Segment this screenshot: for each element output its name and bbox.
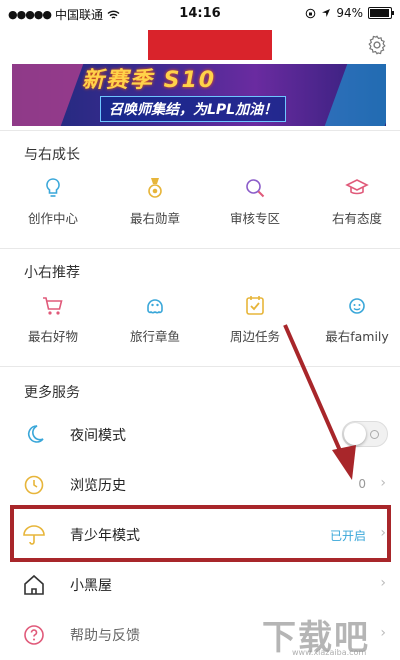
rotation-lock-icon <box>306 8 316 18</box>
grid-item-label: 最右family <box>325 329 389 344</box>
divider <box>0 248 400 249</box>
grid-item-label: 旅行章鱼 <box>129 329 180 344</box>
grid-item-label: 创作中心 <box>27 211 78 226</box>
promo-banner[interactable]: 新赛季 S10 召唤师集结，为LPL加油！ <box>12 64 386 126</box>
section-title-grow: 与右成长 <box>24 147 80 163</box>
watermark-url: www.xiazaiba.com <box>292 648 367 657</box>
chevron-right-icon: › <box>380 475 386 491</box>
grid-item-label: 右有态度 <box>331 211 382 226</box>
banner-slogan: 召唤师集结，为LPL加油！ <box>100 96 287 122</box>
graduation-cap-icon <box>345 179 369 195</box>
lightbulb-icon <box>46 178 60 197</box>
list-item-label: 浏览历史 <box>70 478 126 494</box>
status-bar: ●●●●● 中国联通 14:16 94% <box>0 0 400 26</box>
list-item-label: 帮助与反馈 <box>70 628 140 644</box>
list-item-label: 夜间模式 <box>70 428 126 444</box>
location-arrow-icon <box>322 9 331 17</box>
grid-item-family[interactable]: 最右family <box>312 294 400 345</box>
grid-item-review-zone[interactable]: 审核专区 <box>210 176 300 227</box>
family-icon <box>349 298 365 314</box>
cart-icon <box>43 297 63 315</box>
moon-icon <box>28 425 44 443</box>
grid-item-label: 最右勋章 <box>129 211 180 226</box>
grid-item-medals[interactable]: 最右勋章 <box>110 176 200 227</box>
gear-icon[interactable] <box>366 34 388 56</box>
task-check-icon <box>246 296 264 315</box>
watermark-logo: 下载吧 www.xiazaiba.com <box>262 604 400 660</box>
grid-item-good-things[interactable]: 最右好物 <box>8 294 98 345</box>
section-title-more: 更多服务 <box>24 385 80 401</box>
battery-percent: 94% <box>336 6 363 20</box>
grid-item-creation-center[interactable]: 创作中心 <box>8 176 98 227</box>
house-icon <box>24 574 44 595</box>
octopus-icon <box>147 299 163 314</box>
night-mode-toggle[interactable] <box>342 421 388 447</box>
highlight-annotation-box <box>10 505 391 562</box>
list-item-night-mode: 夜间模式 <box>0 410 400 460</box>
grid-item-travel-octopus[interactable]: 旅行章鱼 <box>110 294 200 345</box>
list-item-browse-history[interactable]: 浏览历史 0 › <box>0 460 400 510</box>
help-icon <box>24 625 44 645</box>
grid-item-label: 审核专区 <box>229 211 280 226</box>
divider <box>0 130 400 131</box>
chevron-right-icon: › <box>380 575 386 591</box>
grid-item-attitude[interactable]: 右有态度 <box>312 176 400 227</box>
section-title-recommend: 小右推荐 <box>24 265 80 281</box>
magnifier-icon <box>246 179 265 198</box>
grid-item-label: 最右好物 <box>27 329 78 344</box>
medal-icon <box>148 178 162 198</box>
toggle-knob <box>344 423 366 445</box>
list-item-label: 小黑屋 <box>70 578 112 594</box>
clock-icon <box>24 475 44 495</box>
redacted-title <box>148 30 272 60</box>
list-item-dark-room[interactable]: 小黑屋 › <box>0 560 400 610</box>
grid-item-peripheral-tasks[interactable]: 周边任务 <box>210 294 300 345</box>
banner-title: 新赛季 S10 <box>82 68 217 93</box>
divider <box>0 366 400 367</box>
history-count: 0 <box>358 477 366 491</box>
grid-item-label: 周边任务 <box>229 329 280 344</box>
toggle-off-indicator <box>370 430 379 439</box>
battery-icon <box>368 7 394 19</box>
